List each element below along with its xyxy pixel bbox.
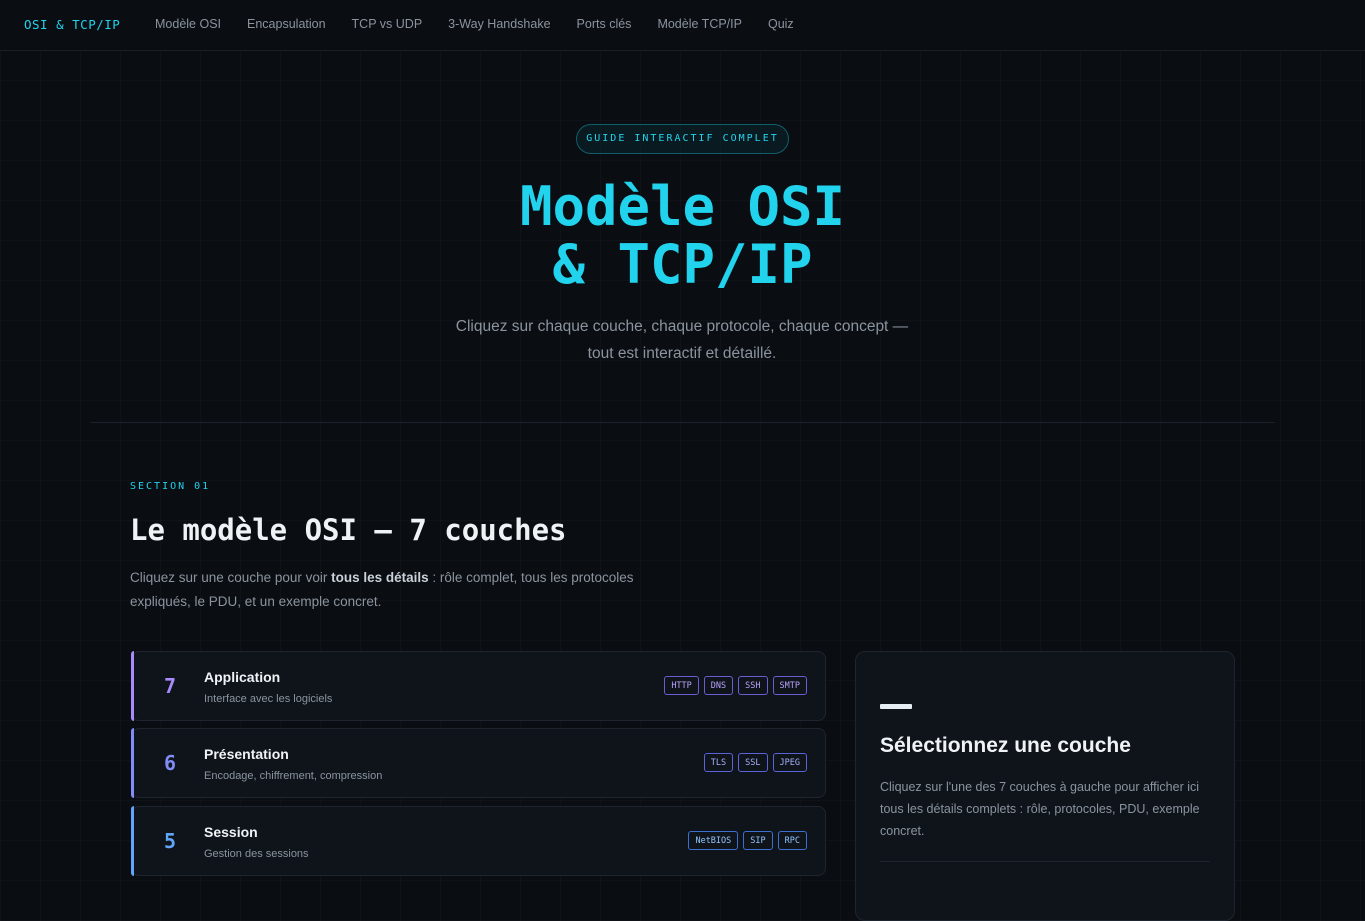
nav-link-quiz[interactable]: Quiz (768, 17, 794, 31)
layer-description: Encodage, chiffrement, compression (204, 770, 383, 782)
layer-detail-panel: Sélectionnez une couche Cliquez sur l'un… (855, 651, 1235, 921)
osi-layer-presentation[interactable]: 6 Présentation Encodage, chiffrement, co… (131, 728, 826, 798)
nav-link-tcp-ip[interactable]: Modèle TCP/IP (657, 17, 742, 31)
top-nav: OSI & TCP/IP Modèle OSI Encapsulation TC… (0, 0, 1365, 51)
protocol-tag-sip[interactable]: SIP (743, 831, 773, 850)
protocol-tag-dns[interactable]: DNS (703, 676, 734, 695)
layer-number: 5 (164, 829, 177, 853)
brand-logo[interactable]: OSI & TCP/IP (24, 17, 120, 32)
protocol-tag-http[interactable]: HTTP (664, 676, 699, 695)
protocol-tags: TLS SSL JPEG (703, 753, 807, 772)
layer-number: 7 (164, 674, 177, 698)
protocol-tag-ssh[interactable]: SSH (738, 676, 768, 695)
protocol-tag-netbios[interactable]: NetBIOS (688, 831, 739, 850)
nav-link-tcp-vs-udp[interactable]: TCP vs UDP (352, 17, 423, 31)
nav-links: Modèle OSI Encapsulation TCP vs UDP 3-Wa… (155, 17, 820, 31)
nav-link-handshake[interactable]: 3-Way Handshake (448, 17, 550, 31)
hero-title-line1: Modèle OSI (519, 175, 846, 238)
layer-name: Application (204, 669, 281, 685)
hero-title-line2: & TCP/IP (552, 233, 813, 296)
layer-accent-bar (131, 806, 134, 876)
layer-accent-bar (131, 728, 134, 798)
protocol-tag-jpeg[interactable]: JPEG (772, 753, 807, 772)
panel-dash-icon (880, 704, 912, 709)
section-divider (90, 422, 1275, 423)
nav-link-ports[interactable]: Ports clés (577, 17, 632, 31)
layer-description: Gestion des sessions (204, 848, 309, 860)
protocol-tags: NetBIOS SIP RPC (688, 831, 807, 850)
desc-text-bold: tous les détails (331, 570, 429, 585)
protocol-tag-tls[interactable]: TLS (703, 753, 734, 772)
desc-text-start: Cliquez sur une couche pour voir (130, 570, 332, 585)
protocol-tag-rpc[interactable]: RPC (777, 831, 807, 850)
section-kicker: SECTION 01 (130, 481, 211, 492)
layer-description: Interface avec les logiciels (204, 693, 333, 705)
hero-subtitle: Cliquez sur chaque couche, chaque protoc… (382, 313, 982, 367)
panel-divider (880, 861, 1210, 862)
layer-name: Session (204, 824, 258, 840)
section-title: Le modèle OSI — 7 couches (130, 513, 567, 547)
protocol-tags: HTTP DNS SSH SMTP (664, 676, 807, 695)
osi-layer-application[interactable]: 7 Application Interface avec les logicie… (131, 651, 826, 721)
protocol-tag-smtp[interactable]: SMTP (772, 676, 807, 695)
layer-name: Présentation (204, 746, 289, 762)
layer-accent-bar (131, 651, 134, 721)
protocol-tag-ssl[interactable]: SSL (738, 753, 768, 772)
nav-link-modele-osi[interactable]: Modèle OSI (155, 17, 221, 31)
section-description: Cliquez sur une couche pour voir tous le… (130, 566, 690, 614)
panel-title: Sélectionnez une couche (880, 734, 1131, 757)
panel-text: Cliquez sur l'une des 7 couches à gauche… (880, 780, 1200, 838)
hero-badge: GUIDE INTERACTIF COMPLET (576, 124, 789, 154)
hero-title: Modèle OSI & TCP/IP (0, 178, 1365, 294)
layer-number: 6 (164, 751, 177, 775)
hero-subtitle-line1: Cliquez sur chaque couche, chaque protoc… (455, 318, 909, 335)
hero-subtitle-line2: tout est interactif et détaillé. (587, 345, 777, 362)
nav-link-encapsulation[interactable]: Encapsulation (247, 17, 326, 31)
osi-layer-session[interactable]: 5 Session Gestion des sessions NetBIOS S… (131, 806, 826, 876)
